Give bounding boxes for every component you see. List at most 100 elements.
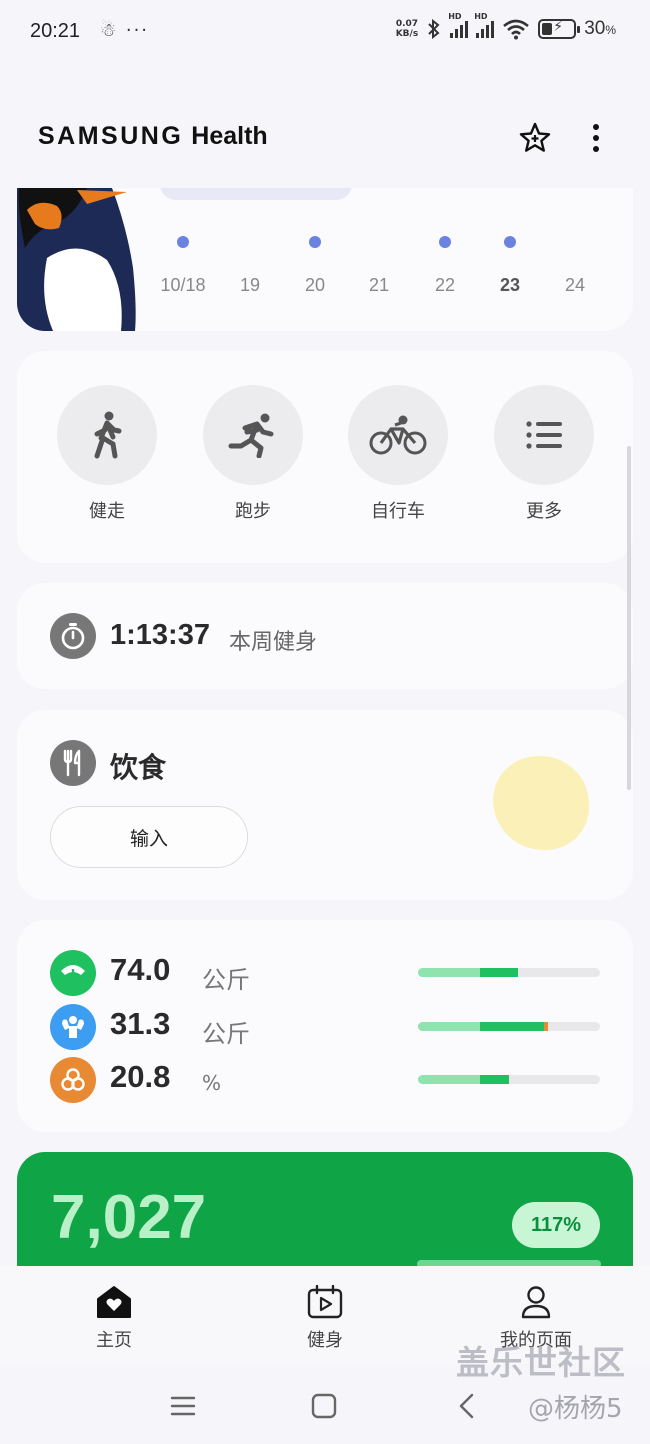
weekly-calendar-card[interactable]: 10/18 19 20 21 22 23 24 [17, 188, 633, 331]
scrollbar[interactable] [627, 446, 631, 790]
weekly-workout-card[interactable]: 1:13:37 本周健身 [17, 583, 633, 689]
fitness-calendar-icon [307, 1285, 343, 1319]
hd-badge: HD [448, 12, 462, 21]
muscle-icon [62, 1016, 84, 1038]
weight-icon-badge [50, 950, 96, 996]
star-plus-icon [519, 122, 551, 152]
muscle-value: 31.3 [110, 1006, 171, 1041]
app-logo: SAMSUNG Health [38, 122, 268, 151]
home-button[interactable] [299, 1386, 349, 1426]
body-fat-icon [61, 1068, 85, 1091]
scale-icon [61, 965, 85, 975]
more-vertical-icon [593, 124, 599, 152]
penguin-illustration [17, 188, 136, 331]
fork-knife-icon [63, 749, 81, 777]
home-heart-icon [97, 1286, 131, 1318]
steps-percent-badge: 117% [512, 1202, 600, 1248]
food-title: 饮食 [110, 751, 167, 784]
recents-icon [170, 1396, 196, 1416]
body-fat-unit: % [202, 1071, 222, 1095]
hd-badge-2: HD [474, 12, 488, 21]
body-composition-card[interactable]: 74.0 公斤 31.3 公斤 20.8 % [17, 920, 633, 1132]
lemon-illustration [493, 756, 589, 850]
back-button[interactable] [441, 1386, 491, 1426]
bike-icon [369, 415, 427, 455]
brand-health: Health [191, 122, 268, 150]
nav-home[interactable]: 主页 [54, 1282, 174, 1352]
activity-dot [177, 236, 189, 248]
calendar-pill [160, 188, 352, 200]
food-icon-badge [50, 740, 96, 786]
wifi-icon [503, 19, 530, 40]
muscle-bar [418, 1022, 600, 1031]
activity-walk[interactable]: 健走 [57, 385, 157, 523]
calendar-day-1[interactable]: 19 [220, 275, 280, 296]
app-header: SAMSUNG Health [0, 100, 650, 180]
weekly-workout-label: 本周健身 [229, 630, 318, 655]
network-speed-unit: KB/s [395, 29, 419, 39]
activity-run-label: 跑步 [235, 501, 271, 522]
bluetooth-icon [428, 19, 440, 39]
muscle-unit: 公斤 [202, 1020, 250, 1048]
status-time: 20:21 [30, 20, 81, 42]
muscle-row: 31.3 公斤 [50, 1004, 610, 1050]
network-speed: 0.07 KB/s [396, 19, 418, 39]
calendar-day-0[interactable]: 10/18 [153, 275, 213, 296]
body-fat-row: 20.8 % [50, 1057, 610, 1103]
activity-dot [439, 236, 451, 248]
list-icon [526, 421, 562, 449]
calendar-day-2[interactable]: 20 [285, 275, 345, 296]
activity-bike-circle [348, 385, 448, 485]
battery-icon: ⚡ [538, 19, 581, 39]
weekly-workout-time: 1:13:37 [110, 619, 210, 651]
status-right-icons: 0.07 KB/s HD HD ⚡ 30% [396, 12, 616, 40]
activity-bike-label: 自行车 [371, 501, 425, 522]
battery-percent-symbol: % [605, 23, 616, 37]
muscle-icon-badge [50, 1004, 96, 1050]
nav-home-label: 主页 [96, 1330, 132, 1351]
activity-more-label: 更多 [526, 501, 562, 522]
activity-run[interactable]: 跑步 [203, 385, 303, 523]
activity-more-circle [494, 385, 594, 485]
activity-run-circle [203, 385, 303, 485]
calendar-day-5[interactable]: 23 [480, 275, 540, 296]
run-icon [228, 413, 274, 458]
body-fat-bar [418, 1075, 600, 1084]
favorites-button[interactable] [513, 116, 557, 160]
walk-icon [94, 411, 122, 459]
brand-samsung: SAMSUNG [38, 122, 184, 150]
activity-bike[interactable]: 自行车 [348, 385, 448, 523]
signal-icon: HD [448, 12, 469, 38]
nav-home-icon-wrap [54, 1282, 174, 1322]
food-card[interactable]: 饮食 输入 [17, 710, 633, 900]
more-options-button[interactable] [574, 116, 618, 160]
battery-percent-value: 30 [584, 18, 606, 39]
calendar-day-4[interactable]: 22 [415, 275, 475, 296]
network-speed-value: 0.07 [395, 19, 419, 29]
nav-profile-icon-wrap [476, 1282, 596, 1322]
weight-bar [418, 968, 600, 977]
weight-row: 74.0 公斤 [50, 950, 610, 996]
watermark-title: 盖乐世社区 [456, 1343, 626, 1382]
activity-more[interactable]: 更多 [494, 385, 594, 523]
home-square-icon [311, 1393, 337, 1419]
weight-unit: 公斤 [202, 966, 250, 994]
activity-dot [504, 236, 516, 248]
recents-button[interactable] [158, 1386, 208, 1426]
activity-walk-circle [57, 385, 157, 485]
timer-icon-badge [50, 613, 96, 659]
calendar-day-6[interactable]: 24 [545, 275, 605, 296]
status-bar: 20:21 ☃ ··· 0.07 KB/s HD HD ⚡ 30% [0, 0, 650, 66]
calendar-day-3[interactable]: 21 [349, 275, 409, 296]
nav-fitness[interactable]: 健身 [265, 1282, 385, 1352]
activity-dot [309, 236, 321, 248]
signal-icon-2: HD [474, 12, 495, 38]
body-fat-icon-badge [50, 1057, 96, 1103]
activity-walk-label: 健走 [89, 501, 125, 522]
steps-card[interactable]: 7,027 117% [17, 1152, 633, 1266]
food-input-button[interactable]: 输入 [50, 806, 248, 868]
body-fat-value: 20.8 [110, 1059, 171, 1094]
steps-value: 7,027 [51, 1183, 207, 1252]
notification-icons: ☃ ··· [100, 20, 150, 41]
weight-value: 74.0 [110, 952, 171, 987]
